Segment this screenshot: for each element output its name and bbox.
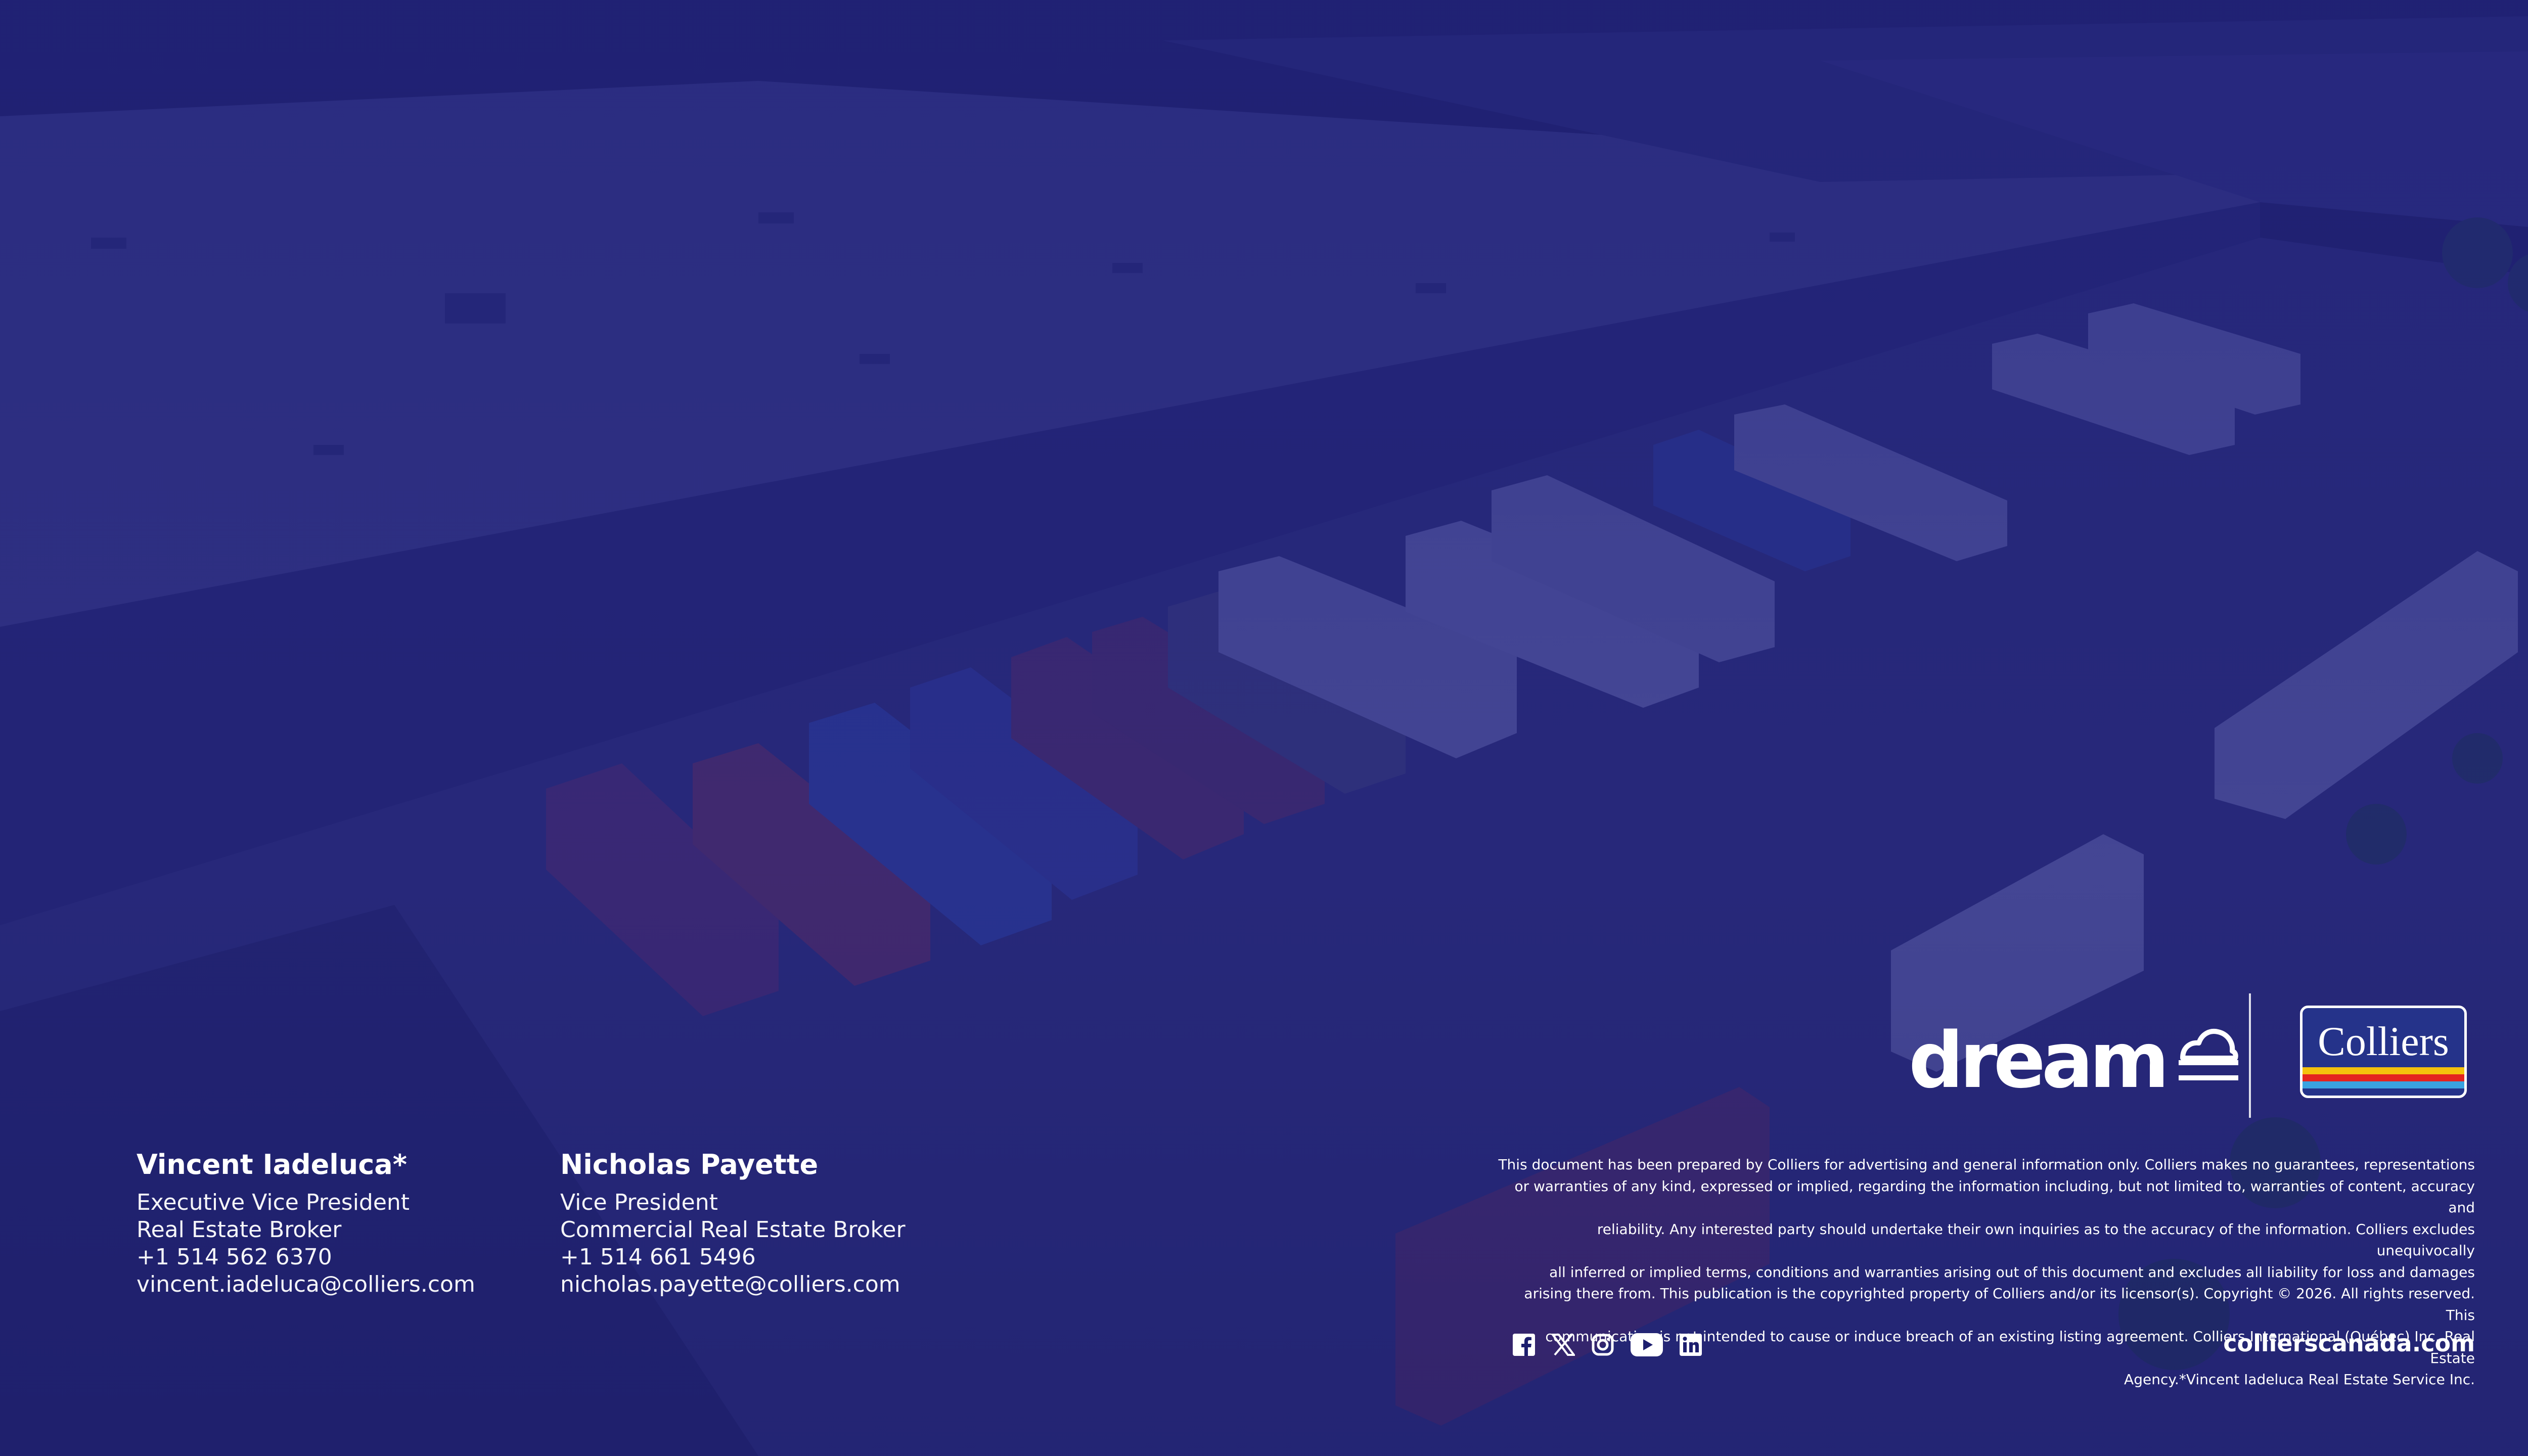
x-icon[interactable] bbox=[1551, 1333, 1575, 1357]
disclaimer-line: all inferred or implied terms, condition… bbox=[1549, 1263, 2475, 1281]
youtube-icon[interactable] bbox=[1630, 1333, 1663, 1357]
disclaimer-line: Agency.*Vincent Iadeluca Real Estate Ser… bbox=[2124, 1371, 2475, 1388]
contact-phone[interactable]: +1 514 661 5496 bbox=[560, 1244, 906, 1271]
contact-email[interactable]: nicholas.payette@colliers.com bbox=[560, 1271, 906, 1298]
colliers-logo: Colliers bbox=[2300, 1006, 2467, 1098]
disclaimer-line: This document has been prepared by Colli… bbox=[1498, 1156, 2475, 1173]
linkedin-icon[interactable] bbox=[1679, 1333, 1703, 1357]
dream-wordmark: dream bbox=[1909, 1016, 2170, 1105]
contact-role: Real Estate Broker bbox=[137, 1217, 342, 1243]
contact-role: Commercial Real Estate Broker bbox=[560, 1217, 906, 1243]
contact-name: Vincent Iadeluca* bbox=[137, 1149, 407, 1180]
contact-phone[interactable]: +1 514 562 6370 bbox=[137, 1244, 475, 1271]
contact-email[interactable]: vincent.iadeluca@colliers.com bbox=[137, 1271, 475, 1298]
instagram-icon[interactable] bbox=[1591, 1333, 1615, 1357]
colliers-stripe-red bbox=[2303, 1074, 2464, 1081]
contact-name: Nicholas Payette bbox=[560, 1149, 819, 1180]
logo-divider bbox=[2249, 993, 2251, 1118]
website-link[interactable]: collierscanada.com bbox=[2223, 1328, 2475, 1358]
disclaimer-line: or warranties of any kind, expressed or … bbox=[1514, 1177, 2475, 1216]
colliers-stripe-blue bbox=[2303, 1081, 2464, 1088]
colliers-stripe-yellow bbox=[2303, 1067, 2464, 1074]
contact-vincent: Vincent Iadeluca* Executive Vice Preside… bbox=[137, 1149, 475, 1298]
contact-title: Vice President bbox=[560, 1190, 718, 1215]
social-links bbox=[1512, 1333, 1718, 1357]
cloud-icon bbox=[2178, 1027, 2238, 1086]
disclaimer-line: reliability. Any interested party should… bbox=[1597, 1220, 2475, 1259]
colliers-wordmark: Colliers bbox=[2318, 1018, 2449, 1064]
disclaimer-line: arising there from. This publication is … bbox=[1524, 1285, 2475, 1324]
contact-nicholas: Nicholas Payette Vice President Commerci… bbox=[560, 1149, 906, 1298]
facebook-icon[interactable] bbox=[1512, 1333, 1536, 1357]
dream-logo: dream bbox=[1909, 1020, 2238, 1101]
contact-title: Executive Vice President bbox=[137, 1190, 410, 1215]
